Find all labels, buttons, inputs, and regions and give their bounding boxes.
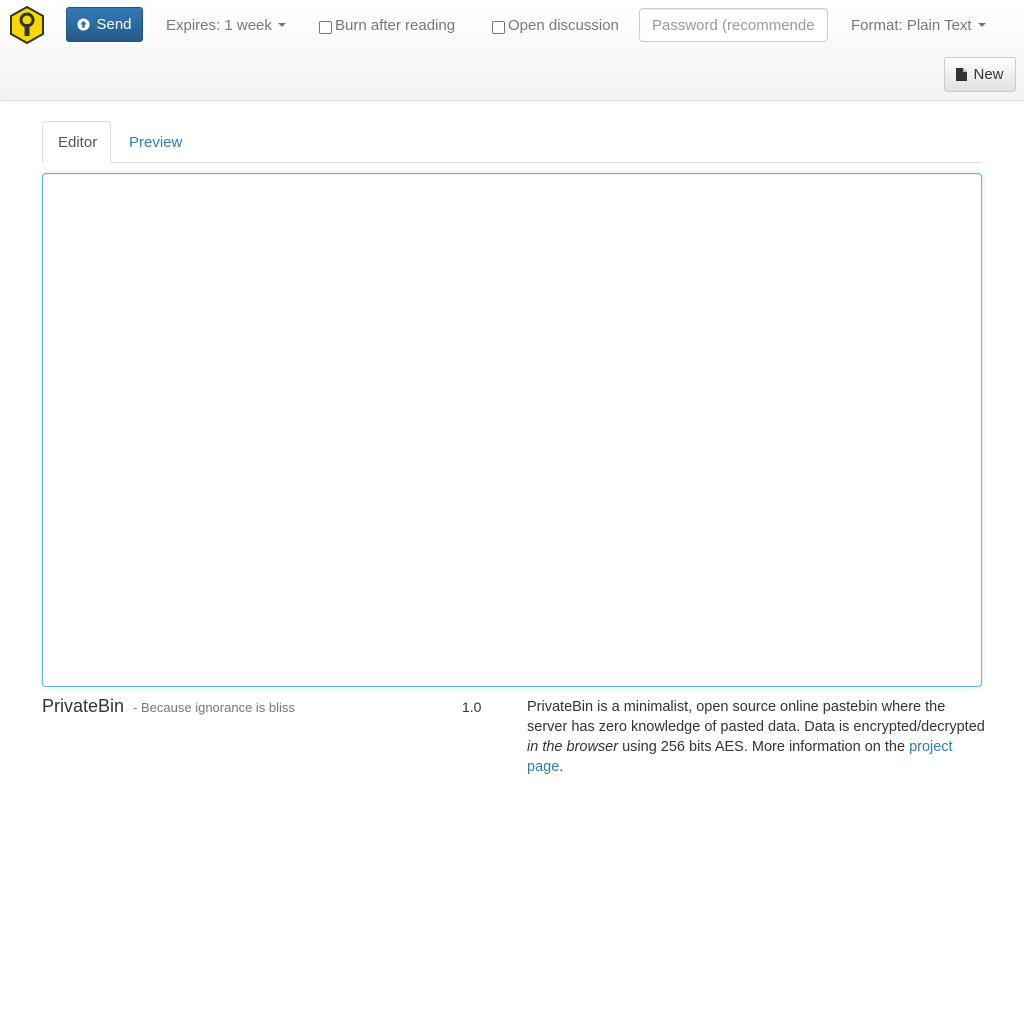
footer-about-end: . [559,759,564,775]
footer-about-text-2: using 256 bits AES. More information on … [618,739,910,755]
new-label: New [973,66,1004,83]
expires-label: Expires: 1 week [166,16,272,34]
open-discussion-checkbox[interactable] [492,20,505,34]
burn-after-reading-checkbox[interactable] [319,20,332,34]
tab-editor-label: Editor [58,133,98,151]
open-discussion-option[interactable]: Open discussion [492,15,619,35]
password-input[interactable] [639,8,828,42]
footer-brand-name: PrivateBin [42,696,125,716]
format-dropdown[interactable]: Format: Plain Text [851,15,986,35]
footer-tagline: - Because ignorance is bliss [133,700,295,715]
privatebin-logo-icon[interactable] [8,6,46,44]
burn-after-reading-label: Burn after reading [335,16,456,34]
file-icon [956,68,968,81]
upload-circle-icon [77,18,91,31]
send-button[interactable]: Send [66,7,143,42]
new-button[interactable]: New [944,57,1016,92]
caret-down-icon [277,23,286,27]
footer-about-italic: in the browser [527,739,619,755]
send-label: Send [96,16,132,33]
burn-after-reading-option[interactable]: Burn after reading [319,15,455,35]
top-navbar: Send Expires: 1 week Burn after reading … [0,0,1024,101]
tab-preview-label: Preview [129,133,183,151]
footer-about: PrivateBin is a minimalist, open source … [527,697,987,777]
footer-about-text-1: PrivateBin is a minimalist, open source … [527,699,985,735]
open-discussion-label: Open discussion [508,16,619,34]
editor-tabs: Editor Preview [42,121,982,163]
tab-preview[interactable]: Preview [114,121,197,163]
caret-down-icon [977,23,986,27]
paste-editor-textarea[interactable] [42,173,982,687]
format-label: Format: Plain Text [851,16,972,34]
expires-dropdown[interactable]: Expires: 1 week [166,15,286,35]
footer-version: 1.0 [462,699,482,715]
tab-editor[interactable]: Editor [42,121,111,163]
footer-brand: PrivateBin - Because ignorance is bliss [42,696,295,717]
